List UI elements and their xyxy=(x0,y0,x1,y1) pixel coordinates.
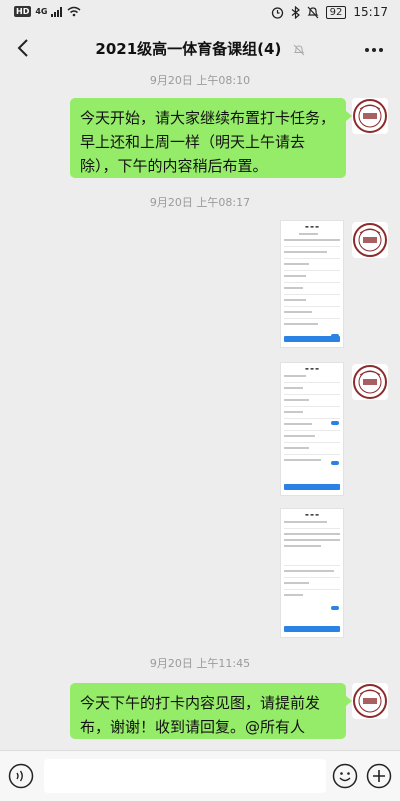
screenshot-line xyxy=(284,287,303,289)
screenshot-divider xyxy=(284,270,340,271)
image-message[interactable]: ▬ ▬ ▬ xyxy=(280,508,344,638)
more-horizontal-icon xyxy=(365,48,383,52)
image-message[interactable]: ▬ ▬ ▬ xyxy=(280,362,344,496)
screenshot-divider xyxy=(284,418,340,419)
screenshot-toggle xyxy=(331,421,339,425)
emoji-icon[interactable] xyxy=(332,763,358,789)
screenshot-button xyxy=(284,336,340,342)
back-button[interactable] xyxy=(8,32,38,64)
screenshot-line xyxy=(284,311,312,313)
screenshot-line xyxy=(284,594,303,596)
chat-header: 2021级高一体育备课组(4) xyxy=(0,28,400,68)
screenshot-line xyxy=(284,533,340,535)
screenshot-header: ▬ ▬ ▬ xyxy=(305,512,319,517)
screenshot-divider xyxy=(284,442,340,443)
screenshot-divider xyxy=(284,318,340,319)
screenshot-line xyxy=(284,275,306,277)
screenshot-divider xyxy=(284,454,340,455)
chat-title-row: 2021级高一体育备课组(4) xyxy=(60,38,340,59)
screenshot-divider xyxy=(284,282,340,283)
school-seal-icon xyxy=(353,99,387,133)
screenshot-line xyxy=(284,447,309,449)
bell-off-icon xyxy=(293,44,304,55)
screenshot-line xyxy=(284,459,322,461)
screenshot-line xyxy=(284,411,303,413)
signal-icon xyxy=(51,6,63,17)
image-message[interactable]: ▬ ▬ ▬ xyxy=(280,220,344,348)
more-button[interactable] xyxy=(360,34,388,62)
screenshot-line xyxy=(299,233,318,235)
screenshot-line xyxy=(284,435,315,437)
screenshot-line xyxy=(284,299,306,301)
screenshot-divider xyxy=(284,406,340,407)
alarm-icon xyxy=(271,6,283,19)
screenshot-divider xyxy=(284,528,340,529)
message-timestamp: 9月20日 上午08:10 xyxy=(149,74,251,87)
screenshot-line xyxy=(284,423,312,425)
plus-circle-icon[interactable] xyxy=(366,763,392,789)
message-input[interactable] xyxy=(44,759,326,793)
hd-badge: HD xyxy=(14,6,32,17)
clock: 15:17 xyxy=(353,5,388,19)
input-bar xyxy=(0,750,400,801)
school-seal-icon xyxy=(353,684,387,718)
screenshot-divider xyxy=(284,306,340,307)
screenshot-line xyxy=(284,375,306,377)
screenshot-divider xyxy=(284,565,340,566)
avatar[interactable] xyxy=(352,222,388,258)
voice-icon[interactable] xyxy=(8,763,34,789)
screenshot-line xyxy=(284,521,328,523)
network-label: 4G xyxy=(35,7,48,16)
screenshot-line xyxy=(284,263,309,265)
screenshot-divider xyxy=(284,430,340,431)
screenshot-divider xyxy=(284,246,340,247)
screenshot-toggle xyxy=(331,606,339,610)
screenshot-line xyxy=(284,582,309,584)
screenshot-line xyxy=(284,545,322,547)
bluetooth-icon xyxy=(291,5,300,19)
chevron-left-icon xyxy=(17,39,28,57)
screenshot-line xyxy=(284,387,303,389)
screenshot-divider xyxy=(284,577,340,578)
wifi-icon xyxy=(68,6,81,17)
battery-level: 92 xyxy=(325,5,347,19)
screenshot-divider xyxy=(284,589,340,590)
screenshot-line xyxy=(284,399,309,401)
screenshot-line xyxy=(284,251,328,253)
screenshot-header: ▬ ▬ ▬ xyxy=(305,224,319,229)
screenshot-toggle xyxy=(331,461,339,465)
screenshot-button xyxy=(284,626,340,632)
screenshot-divider xyxy=(284,394,340,395)
school-seal-icon xyxy=(353,223,387,257)
avatar[interactable] xyxy=(352,364,388,400)
message-timestamp: 9月20日 上午08:17 xyxy=(149,196,251,209)
screenshot-line xyxy=(284,239,340,241)
screenshot-button xyxy=(284,484,340,490)
avatar[interactable] xyxy=(352,683,388,719)
avatar[interactable] xyxy=(352,98,388,134)
screenshot-line xyxy=(284,570,334,572)
screenshot-header: ▬ ▬ ▬ xyxy=(305,366,319,371)
screenshot-line xyxy=(284,539,340,541)
bell-off-icon xyxy=(307,6,319,18)
message-bubble[interactable]: 今天开始，请大家继续布置打卡任务，早上还和上周一样（明天上午请去除），下午的内容… xyxy=(70,98,352,178)
message-timestamp: 9月20日 上午11:45 xyxy=(149,657,251,670)
school-seal-icon xyxy=(353,365,387,399)
status-bar: HD 4G 92 15:17 xyxy=(0,0,400,28)
screenshot-divider xyxy=(284,382,340,383)
screenshot-divider xyxy=(284,258,340,259)
screenshot-line xyxy=(284,323,319,325)
screenshot-divider xyxy=(284,294,340,295)
message-bubble[interactable]: 今天下午的打卡内容见图，请提前发布，谢谢！收到请回复。@所有人 xyxy=(70,683,352,739)
chat-title: 2021级高一体育备课组(4) xyxy=(95,40,282,58)
